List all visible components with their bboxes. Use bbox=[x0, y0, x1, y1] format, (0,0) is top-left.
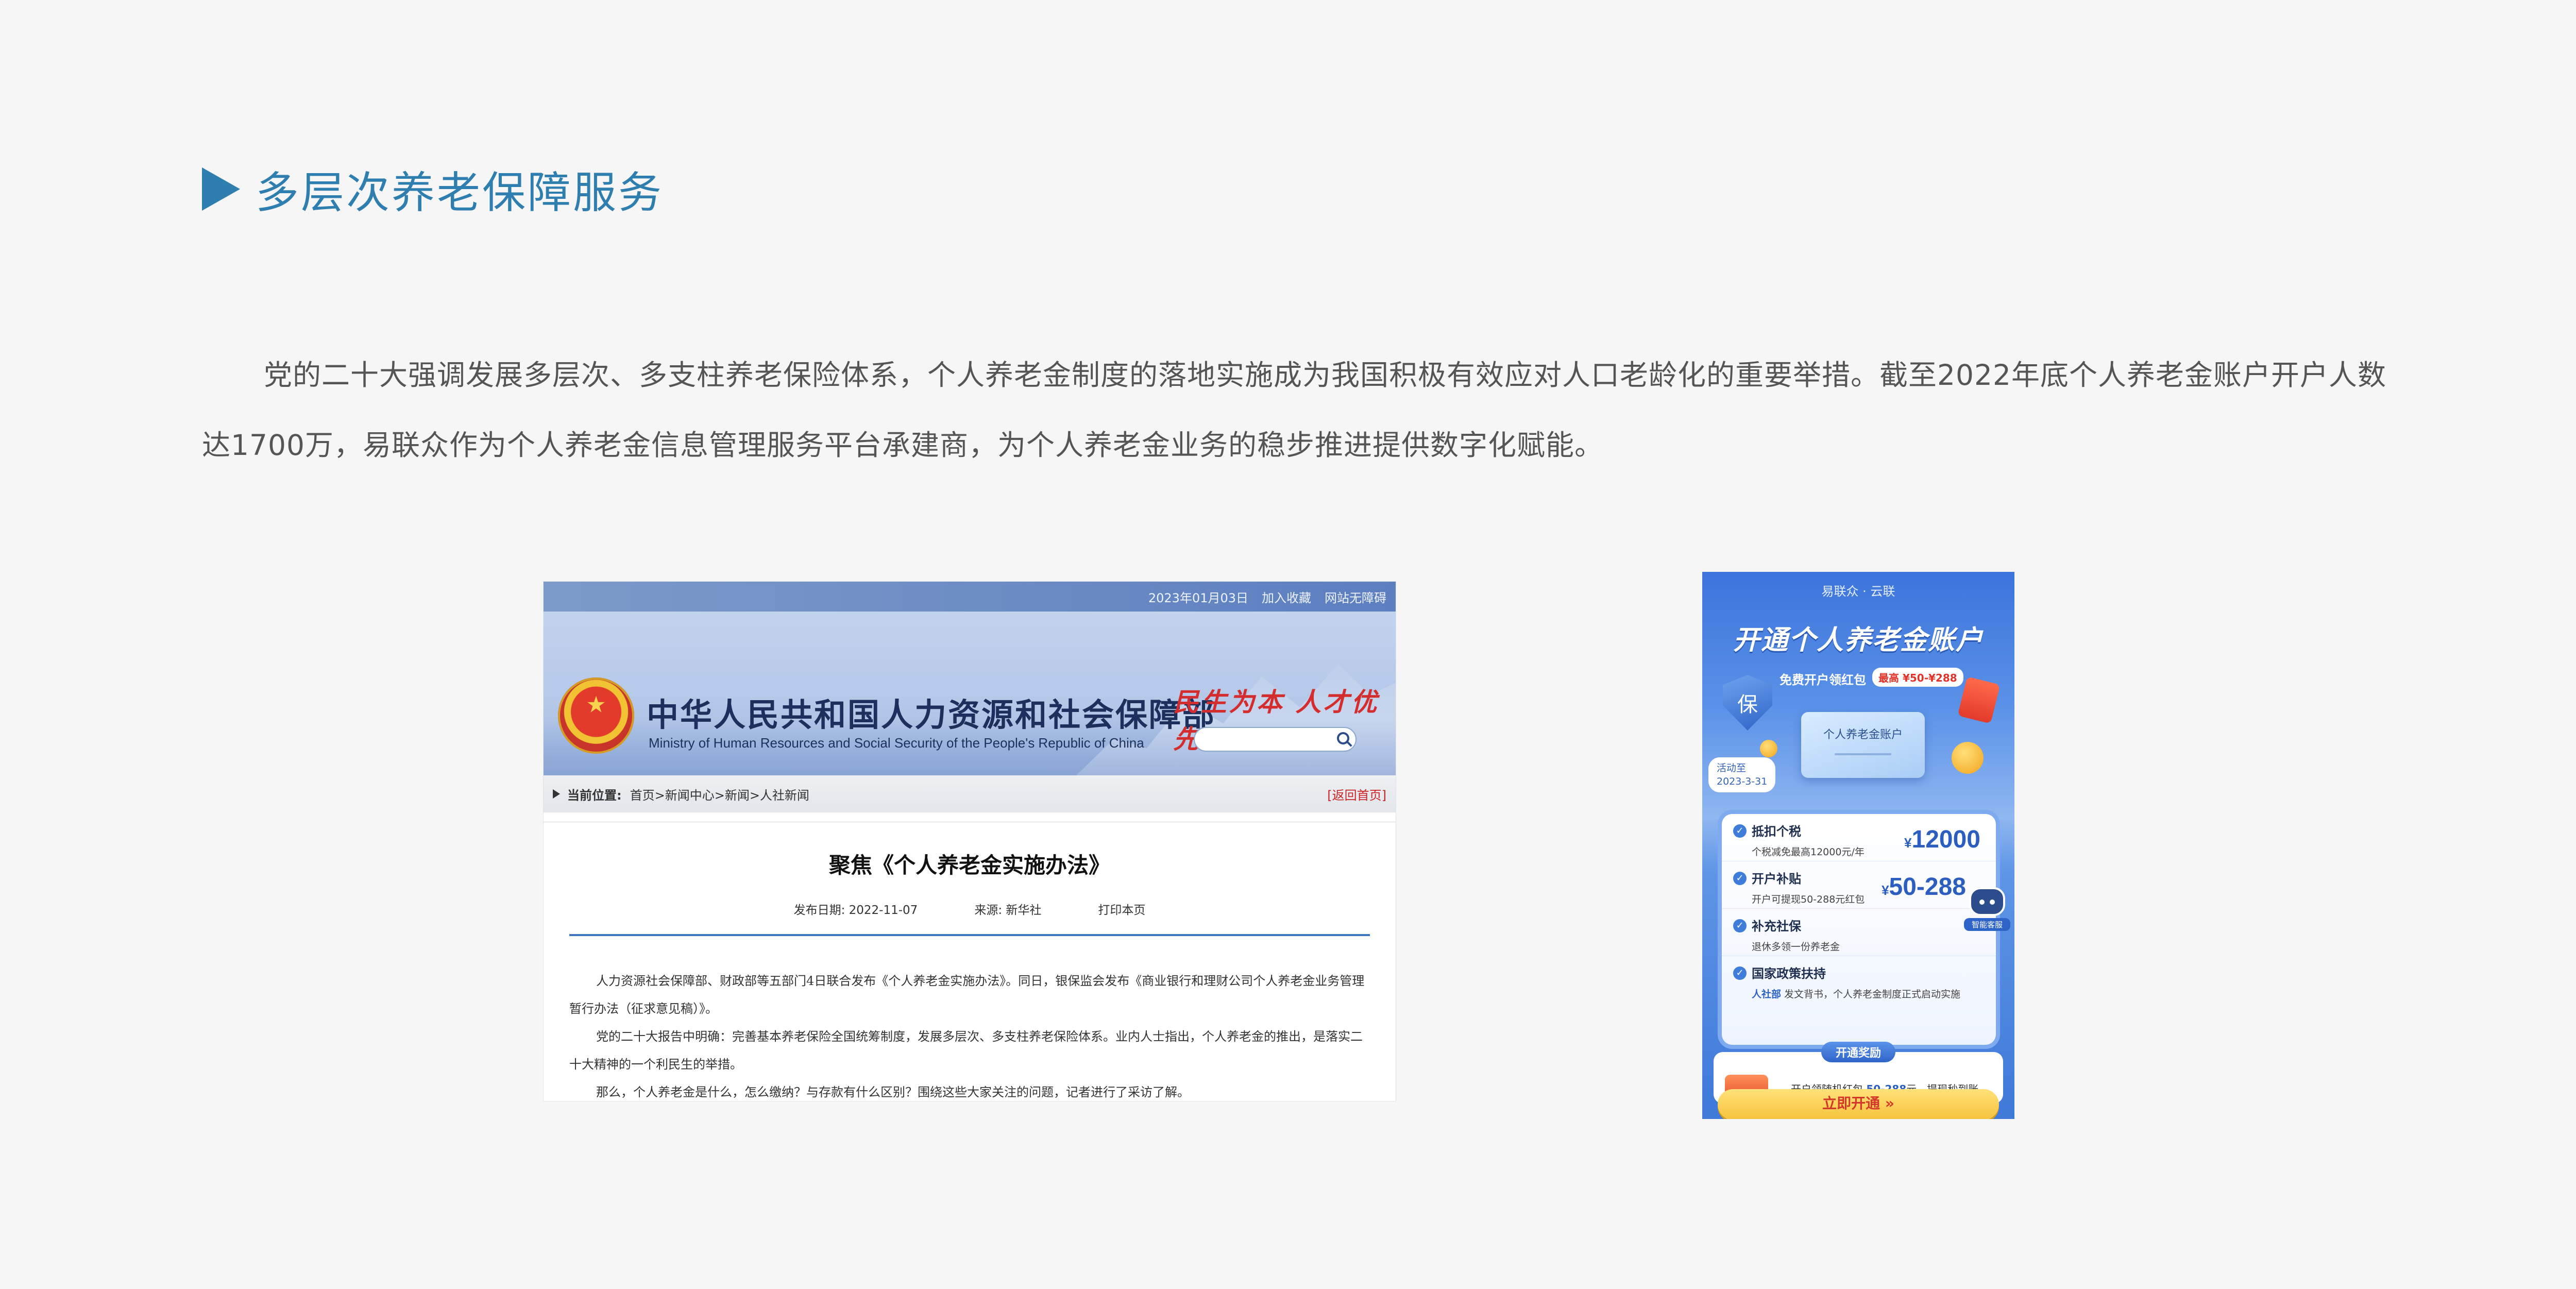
article-paragraph: 那么，个人养老金是什么，怎么缴纳？与存款有什么区别？围绕这些大家关注的问题，记者… bbox=[596, 1085, 1190, 1099]
ministry-name-en: Ministry of Human Resources and Social S… bbox=[649, 735, 1144, 751]
back-home-link[interactable]: [返回首页] bbox=[1327, 785, 1386, 803]
accessibility-link[interactable]: 网站无障碍 bbox=[1325, 588, 1386, 606]
ministry-website-screenshot: 2023年01月03日 加入收藏 网站无障碍 ★ 中华人民共和国人力资源和社会保… bbox=[543, 581, 1396, 1101]
section-title: 多层次养老保障服务 bbox=[202, 161, 664, 218]
site-banner: ★ 中华人民共和国人力资源和社会保障部 Ministry of Human Re… bbox=[544, 612, 1396, 775]
reward-tag: 开通奖励 bbox=[1821, 1042, 1896, 1062]
article-title: 聚焦《个人养老金实施办法》 bbox=[828, 853, 1110, 878]
pension-promo-phone-screenshot: 易联众 · 云联 开通个人养老金账户 保 免费开户领红包 最高 ¥50-¥288… bbox=[1702, 572, 2014, 1119]
article-date: 发布日期: 2022-11-07 bbox=[793, 904, 918, 917]
benefits-list: ✓ 抵扣个税 个税减免最高12000元/年 ¥12000 ✓ 开户补贴 开户可提… bbox=[1722, 814, 1996, 1045]
ministry-name-cn: 中华人民共和国人力资源和社会保障部 bbox=[647, 696, 1216, 734]
national-emblem-icon: ★ bbox=[558, 677, 634, 754]
benefit-value: ¥50-288 bbox=[1882, 873, 1966, 901]
intro-paragraph: 党的二十大强调发展多层次、多支柱养老保险体系，个人养老金制度的落地实施成为我国积… bbox=[202, 359, 2386, 462]
benefit-desc: 人社部 发文背书，个人养老金制度正式启动实施 bbox=[1752, 989, 1961, 1000]
add-favorite-link[interactable]: 加入收藏 bbox=[1262, 588, 1311, 606]
activity-date-badge: 活动至 2023-3-31 bbox=[1708, 757, 1776, 792]
activity-date: 2023-3-31 bbox=[1717, 776, 1768, 787]
shield-icon: 保 bbox=[1723, 675, 1772, 731]
check-icon: ✓ bbox=[1733, 872, 1747, 885]
pension-account-card: 个人养老金账户 bbox=[1801, 712, 1925, 778]
benefit-desc: 退休多领一份养老金 bbox=[1752, 941, 1840, 953]
card-line-decoration bbox=[1835, 753, 1891, 755]
assistant-robot-icon[interactable]: 智能客服 bbox=[1964, 887, 2010, 937]
check-icon: ✓ bbox=[1733, 966, 1747, 980]
brand-logo: 易联众 · 云联 bbox=[1821, 584, 1895, 599]
site-top-bar: 2023年01月03日 加入收藏 网站无障碍 bbox=[544, 582, 1396, 612]
breadcrumb-path[interactable]: 首页>新闻中心>新闻>人社新闻 bbox=[630, 785, 809, 803]
list-item: ✓ 抵扣个税 个税减免最高12000元/年 ¥12000 bbox=[1722, 814, 1996, 861]
benefit-title: 补充社保 bbox=[1752, 919, 1801, 934]
open-account-button[interactable]: 立即开通 » bbox=[1718, 1089, 1999, 1119]
coin-icon bbox=[1760, 740, 1777, 757]
benefit-value: ¥12000 bbox=[1904, 826, 1980, 853]
breadcrumb-label: 当前位置: bbox=[567, 788, 622, 803]
list-item: ✓ 国家政策扶持 人社部 发文背书，个人养老金制度正式启动实施 bbox=[1722, 956, 1996, 1004]
red-envelope-icon bbox=[1957, 676, 2001, 724]
account-card-label: 个人养老金账户 bbox=[1823, 728, 1903, 741]
article-paragraph: 人力资源社会保障部、财政部等五部门4日联合发布《个人养老金实施办法》。同日，银保… bbox=[569, 974, 1365, 1016]
check-icon: ✓ bbox=[1733, 919, 1747, 932]
check-icon: ✓ bbox=[1733, 824, 1747, 838]
site-date: 2023年01月03日 bbox=[1148, 590, 1248, 605]
list-item: ✓ 开户补贴 开户可提现50-288元红包 ¥50-288 bbox=[1722, 861, 1996, 909]
robot-head bbox=[1969, 887, 2005, 916]
triangle-bullet-icon bbox=[202, 167, 240, 211]
section-heading: 多层次养老保障服务 bbox=[256, 167, 664, 218]
list-item: ✓ 补充社保 退休多领一份养老金 bbox=[1722, 909, 1996, 956]
site-search-input[interactable] bbox=[1194, 727, 1357, 752]
search-icon[interactable] bbox=[1337, 732, 1349, 744]
assistant-label: 智能客服 bbox=[1964, 918, 2010, 931]
benefit-title: 国家政策扶持 bbox=[1752, 966, 1826, 981]
article-source: 来源: 新华社 bbox=[974, 904, 1042, 917]
bonus-badge: 最高 ¥50-¥288 bbox=[1872, 668, 1963, 687]
print-link[interactable]: 打印本页 bbox=[1098, 900, 1145, 918]
article-paragraph: 党的二十大报告中明确：完善基本养老保险全国统筹制度，发展多层次、多支柱养老保险体… bbox=[569, 1029, 1363, 1072]
news-article: 聚焦《个人养老金实施办法》 发布日期: 2022-11-07 来源: 新华社 打… bbox=[544, 822, 1396, 1101]
article-meta: 发布日期: 2022-11-07 来源: 新华社 打印本页 bbox=[569, 900, 1370, 936]
play-arrow-icon bbox=[553, 789, 560, 799]
breadcrumb: 当前位置: 首页>新闻中心>新闻>人社新闻 [返回首页] bbox=[544, 775, 1396, 812]
activity-label: 活动至 bbox=[1717, 762, 1747, 774]
promo-title: 开通个人养老金账户 bbox=[1733, 625, 1984, 656]
promo-subtitle: 免费开户领红包 bbox=[1780, 673, 1866, 687]
coin-icon bbox=[1952, 742, 1984, 774]
